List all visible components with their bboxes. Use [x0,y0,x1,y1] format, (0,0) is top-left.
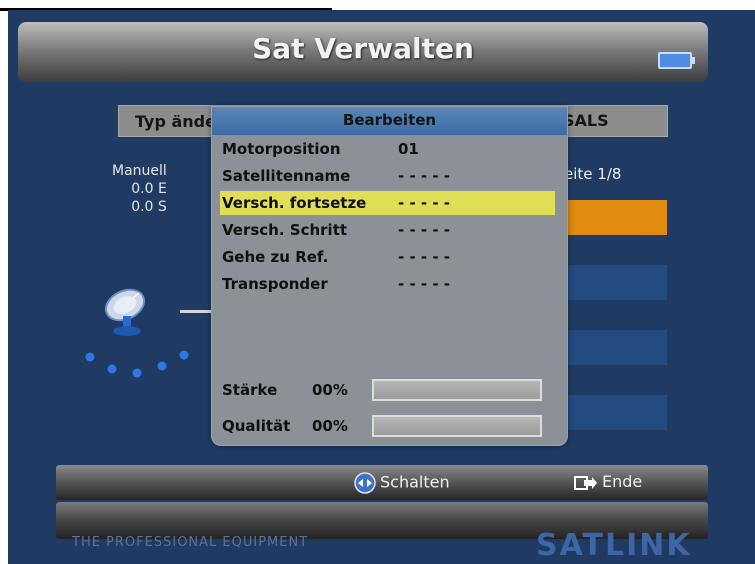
exit-hint[interactable]: Ende [574,472,642,491]
screen: Sat Verwalten Typ ände SALS Manuell 0.0 … [0,0,755,564]
connector-line [180,310,212,313]
footer-hint-bar: Schalten Ende [56,465,708,500]
dialog-title: Bearbeiten [212,107,567,135]
row-value: - - - - - [398,194,451,212]
row-label: Satellitenname [222,167,351,185]
row-label: Gehe zu Ref. [222,248,329,266]
list-item[interactable] [564,265,667,300]
row-value: - - - - - [398,167,451,185]
row-value: 01 [398,140,419,158]
page-indicator: eite 1/8 [564,165,622,183]
signal-dots-icon [85,350,189,378]
type-label: Typ ände [135,112,216,131]
list-item[interactable] [564,330,667,365]
satellite-dish-icon [104,288,146,336]
edit-dialog: Bearbeiten Motorposition 01 Satellitenna… [211,106,568,446]
meter-label: Qualität [222,417,291,435]
longitude-text: 0.0 E [131,181,167,197]
switch-hint[interactable]: Schalten [354,472,450,494]
header-bar: Sat Verwalten [18,22,708,82]
top-strip [332,0,755,10]
left-right-arrows-icon [354,472,376,494]
quality-bar [372,415,542,437]
lnb-type-label: SALS [563,111,609,130]
row-goto-ref[interactable]: Gehe zu Ref. - - - - - [220,245,555,269]
selected-list-item[interactable] [564,200,667,235]
row-shift-step[interactable]: Versch. Schritt - - - - - [220,218,555,242]
signal-quality-meter: Qualität 00% [220,413,555,439]
signal-strength-meter: Stärke 00% [220,377,555,403]
exit-label: Ende [602,472,643,491]
page-title: Sat Verwalten [252,32,474,65]
row-label: Motorposition [222,140,341,158]
row-transponder[interactable]: Transponder - - - - - [220,272,555,296]
exit-icon [574,475,597,490]
strength-bar [372,379,542,401]
row-value: - - - - - [398,248,451,266]
tv-screen: Sat Verwalten Typ ände SALS Manuell 0.0 … [8,10,755,564]
battery-icon [658,52,695,69]
mode-text: Manuell [112,163,167,179]
row-motor-position[interactable]: Motorposition 01 [220,137,555,161]
brand-logo: SATLINK [536,528,692,563]
meter-percent: 00% [312,381,348,399]
row-label: Versch. fortsetze [222,194,367,212]
switch-label: Schalten [380,472,450,492]
row-label: Versch. Schritt [222,221,348,239]
brand-tagline: THE PROFESSIONAL EQUIPMENT [72,535,309,550]
meter-percent: 00% [312,417,348,435]
row-satellite-name[interactable]: Satellitenname - - - - - [220,164,555,188]
row-label: Transponder [222,275,328,293]
row-value: - - - - - [398,275,451,293]
row-continue-shift[interactable]: Versch. fortsetze - - - - - [220,191,555,215]
latitude-text: 0.0 S [131,199,167,215]
meter-label: Stärke [222,381,278,399]
list-item[interactable] [564,395,667,430]
position-info: Manuell 0.0 E 0.0 S [112,162,167,216]
row-value: - - - - - [398,221,451,239]
